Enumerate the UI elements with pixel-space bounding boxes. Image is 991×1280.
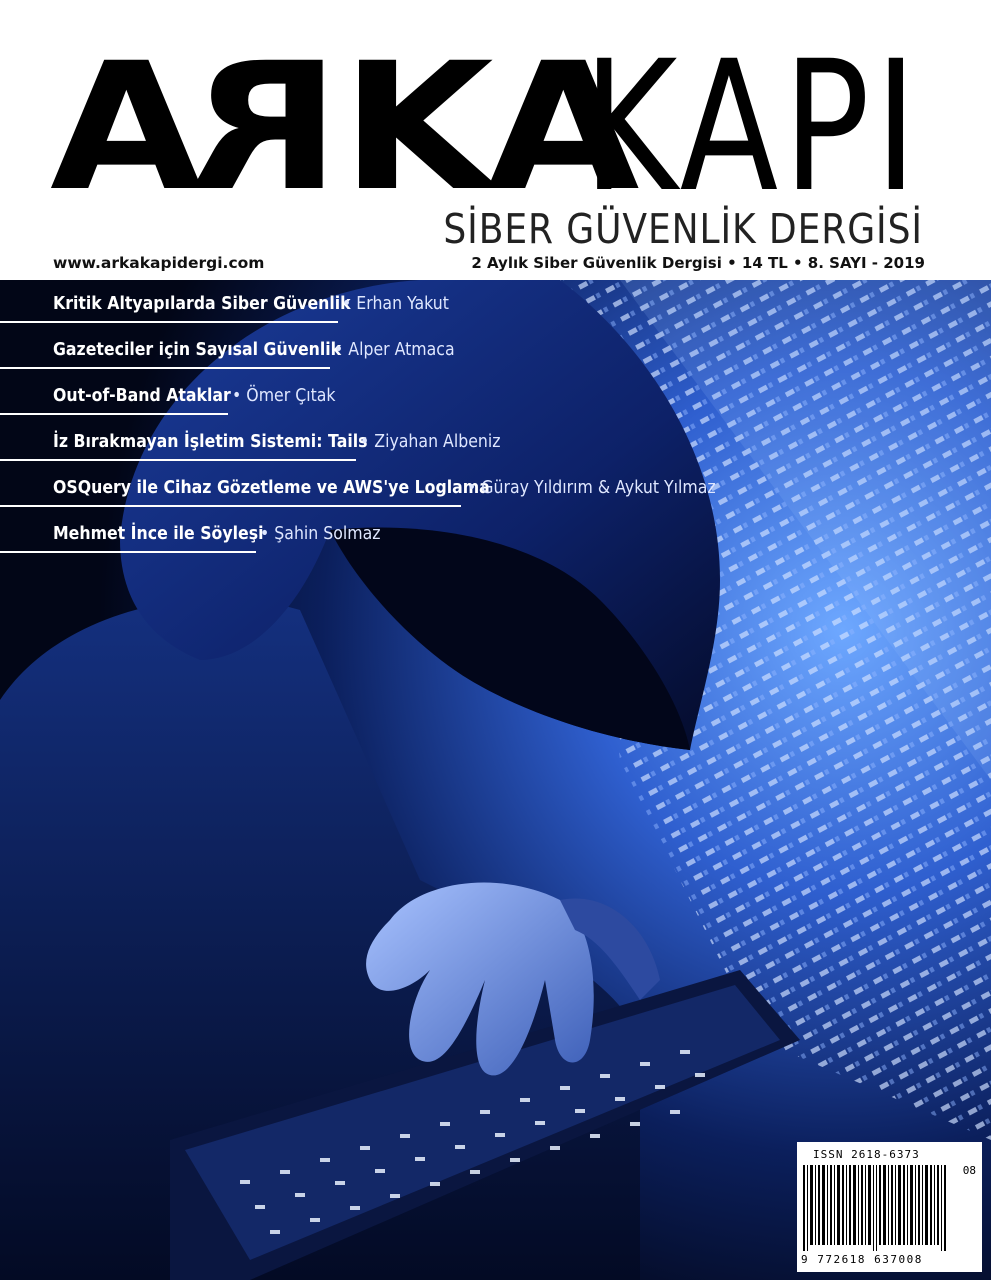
toc-underline [0,367,330,369]
toc-underline [0,551,256,553]
barcode-panel: ISSN 2618-6373 08 9 772618 637008 [797,1142,982,1272]
toc-underline [0,505,461,507]
article-title: Out-of-Band Ataklar [53,386,231,406]
article-author: • Güray Yıldırım & Aykut Yılmaz [467,478,716,498]
barcode-issue-code: 08 [962,1164,976,1177]
hooded-hacker-illustration [0,280,991,1280]
cover-image [0,280,991,1280]
barcode-digits: 9 772618 637008 [801,1253,923,1266]
article-title: OSQuery ile Cihaz Gözetleme ve AWS'ye Lo… [53,478,490,498]
website-link[interactable]: www.arkakapidergi.com [53,254,264,272]
article-author: • Alper Atmaca [334,340,455,360]
article-title: Gazeteciler için Sayısal Güvenlik [53,340,342,360]
article-title: Kritik Altyapılarda Siber Güvenlik [53,294,351,314]
article-author: • Erhan Yakut [342,294,449,314]
article-author: • Ziyahan Albeniz [360,432,501,452]
issue-info: 2 Aylık Siber Güvenlik Dergisi • 14 TL •… [471,254,925,272]
barcode-icon [803,1165,946,1251]
logo-arka: ARKA [50,25,639,230]
article-title: İz Bırakmayan İşletim Sistemi: Tails [53,432,368,452]
magazine-subtitle: SİBER GÜVENLİK DERGİSİ [443,205,923,253]
article-author: • Ömer Çıtak [232,386,336,406]
issn-label: ISSN 2618-6373 [813,1148,920,1161]
article-title: Mehmet İnce ile Söyleşi [53,524,264,544]
toc-underline [0,459,356,461]
article-author: • Şahin Solmaz [260,524,381,544]
logo-kapi: KAPI [583,23,922,232]
masthead: ARKA KAPI SİBER GÜVENLİK DERGİSİ www.ark… [0,0,991,280]
toc-underline [0,413,228,415]
toc-underline [0,321,338,323]
